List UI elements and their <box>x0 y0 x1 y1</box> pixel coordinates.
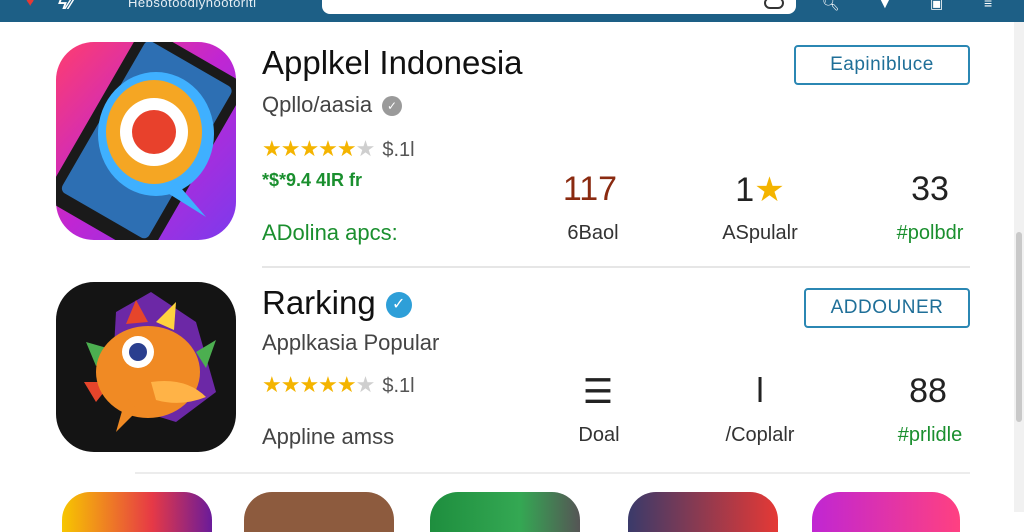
search-icon[interactable]: 🔍︎ <box>822 0 840 10</box>
app-icon-partial[interactable] <box>430 492 580 532</box>
app-footer-text: ADolina apcs: <box>262 220 398 245</box>
app-title[interactable]: Applkel Indonesia <box>262 44 523 82</box>
stat-label: ASpulalr <box>722 222 798 244</box>
divider <box>262 266 970 268</box>
promo-text: *$*9.4 4IR fr <box>262 170 363 190</box>
stat-label: #polbdr <box>896 222 964 244</box>
app-icon-partial[interactable] <box>812 492 960 532</box>
url-label: Hebsotoodiynootoriti <box>128 0 257 10</box>
app-icon-partial[interactable] <box>62 492 212 532</box>
star-empty-icon: ★ <box>355 372 376 397</box>
app-title[interactable]: Rarking ✓ <box>262 284 412 322</box>
stat-value-number: 1 <box>735 171 755 209</box>
sun-character-icon <box>56 282 236 452</box>
verified-icon: ✓ <box>385 292 412 319</box>
window-icon[interactable]: ▣ <box>930 0 943 10</box>
stat-label: #prlidle <box>897 424 963 446</box>
verified-icon: ✓ <box>382 96 403 117</box>
star-empty-icon: ★ <box>355 136 376 161</box>
menu-icon[interactable]: ≡ <box>984 0 992 10</box>
stat-value: 1★ <box>700 170 820 210</box>
browser-topbar: ♥ ϟ∕∕ Hebsotoodiynootoriti 🔍︎ ▼ ▣ ≡ <box>0 0 1024 22</box>
stat-value: 88 <box>909 372 947 410</box>
rating-text: $.1l <box>382 139 415 161</box>
heart-icon[interactable]: ♥ <box>26 0 40 8</box>
search-lens-icon[interactable] <box>764 0 784 9</box>
star-rating: ★★★★★★ $.1l <box>262 136 415 162</box>
chat-bubble-icon <box>56 42 236 240</box>
install-button[interactable]: ADDOUNER <box>804 288 970 328</box>
app-icon-partial[interactable] <box>244 492 394 532</box>
install-button[interactable]: Eapinibluce <box>794 45 970 85</box>
app-logo[interactable]: ϟ∕∕ <box>58 0 73 14</box>
app-title-text: Rarking <box>262 284 376 321</box>
rating-text: $.1l <box>382 375 415 397</box>
scrollbar-thumb[interactable] <box>1016 232 1022 422</box>
stat-label: Doal <box>578 424 620 446</box>
app-subtitle: Applkasia Popular <box>262 330 440 355</box>
star-rating: ★★★★★★ $.1l <box>262 372 415 398</box>
star-icon: ★★★★★ <box>262 372 357 397</box>
app-footer-text: Appline amss <box>262 424 395 449</box>
stat-value: 117 <box>562 170 618 208</box>
app-subtitle: Qpllo/aasia ✓ <box>262 92 403 118</box>
star-icon: ★★★★★ <box>262 136 357 161</box>
stat-label: 6Baol <box>567 222 619 244</box>
app-icon[interactable] <box>56 282 236 452</box>
divider <box>135 472 970 474</box>
stat-value: Ɩ <box>756 372 764 410</box>
stat-value: 33 <box>911 170 949 208</box>
star-icon: ★ <box>754 171 785 209</box>
dropdown-icon[interactable]: ▼ <box>878 0 892 10</box>
stat-value: ☰ <box>582 373 614 411</box>
search-input[interactable] <box>322 0 796 14</box>
app-icon-partial[interactable] <box>628 492 778 532</box>
app-icon[interactable] <box>56 42 236 240</box>
stat-label: /Coplalr <box>725 424 795 446</box>
app-subtitle-text: Qpllo/aasia <box>262 92 373 117</box>
